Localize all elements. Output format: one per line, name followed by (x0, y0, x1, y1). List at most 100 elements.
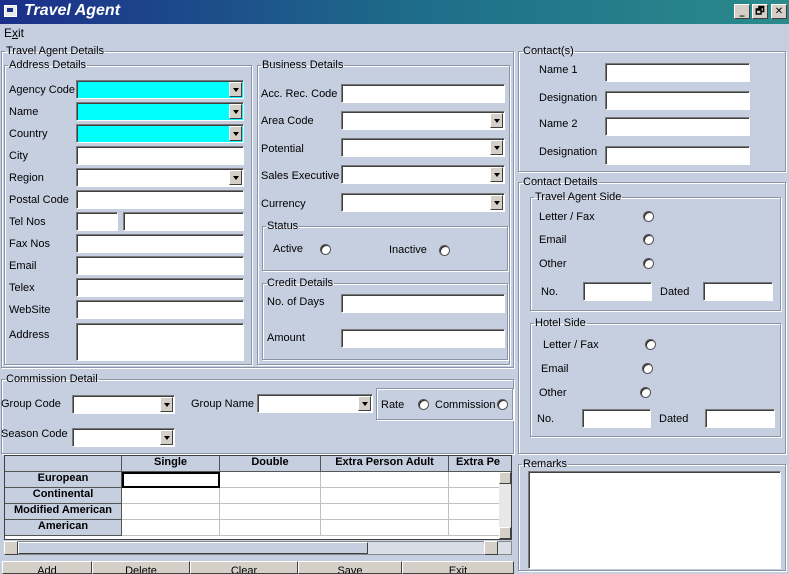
name-combo[interactable] (76, 102, 244, 121)
scroll-thumb[interactable] (18, 542, 368, 554)
maximize-button[interactable]: 🗗 (752, 4, 768, 19)
chevron-down-icon[interactable] (490, 167, 503, 182)
grid-cell[interactable] (449, 472, 501, 488)
currency-combo[interactable] (341, 193, 505, 212)
chevron-down-icon[interactable] (490, 195, 503, 210)
commission-detail-legend: Commission Detail (6, 373, 98, 385)
grid-row-header[interactable]: Modified American (5, 504, 122, 520)
address-label: Address (9, 329, 50, 341)
region-combo[interactable] (76, 168, 244, 187)
grid-cell[interactable] (321, 472, 449, 488)
close-button[interactable]: ✕ (771, 4, 787, 19)
amount-input[interactable] (341, 329, 505, 348)
season-code-combo[interactable] (72, 428, 175, 447)
hs-other-radio[interactable] (640, 387, 651, 398)
chevron-down-icon[interactable] (160, 397, 173, 412)
group-code-combo[interactable] (72, 395, 175, 414)
currency-label: Currency (261, 198, 306, 210)
grid-cell[interactable] (321, 488, 449, 504)
country-combo[interactable] (76, 124, 244, 143)
scroll-right-button[interactable] (484, 541, 498, 555)
tel-code-input[interactable] (76, 212, 118, 231)
name1-input[interactable] (605, 63, 750, 82)
postal-code-input[interactable] (76, 190, 244, 209)
city-input[interactable] (76, 146, 244, 165)
scroll-down-button[interactable] (499, 527, 511, 539)
grid-cell[interactable] (449, 488, 501, 504)
tel-nos-input[interactable] (123, 212, 244, 231)
designation2-input[interactable] (605, 146, 750, 165)
grid-cell[interactable] (220, 504, 321, 520)
no-of-days-input[interactable] (341, 294, 505, 313)
group-name-combo[interactable] (257, 394, 373, 413)
inactive-radio[interactable] (439, 245, 450, 256)
commission-radio[interactable] (497, 399, 508, 410)
grid-column-header[interactable]: Double (220, 456, 321, 472)
grid-cell[interactable] (122, 504, 220, 520)
save-button[interactable]: Save (298, 561, 402, 574)
chevron-down-icon[interactable] (358, 396, 371, 411)
telex-input[interactable] (76, 278, 244, 297)
grid-column-header[interactable]: Single (122, 456, 220, 472)
status-legend: Status (267, 220, 299, 232)
grid-cell[interactable] (122, 520, 220, 536)
hs-no-input[interactable] (582, 409, 651, 428)
area-code-combo[interactable] (341, 111, 505, 130)
acc-rec-code-input[interactable] (341, 84, 505, 103)
chevron-down-icon[interactable] (490, 113, 503, 128)
agency-code-label: Agency Code (9, 84, 76, 96)
hs-email-radio[interactable] (642, 363, 653, 374)
website-input[interactable] (76, 300, 244, 319)
grid-cell[interactable] (449, 520, 501, 536)
hs-dated-input[interactable] (705, 409, 775, 428)
email-input[interactable] (76, 256, 244, 275)
designation1-input[interactable] (605, 91, 750, 110)
ta-other-radio[interactable] (643, 258, 654, 269)
grid-column-header[interactable]: Extra Person Adult (321, 456, 449, 472)
potential-combo[interactable] (341, 138, 505, 157)
designation1-label: Designation (539, 92, 598, 104)
grid-cell[interactable] (321, 520, 449, 536)
sales-executive-combo[interactable] (341, 165, 505, 184)
scroll-up-button[interactable] (499, 472, 511, 484)
chevron-down-icon[interactable] (490, 140, 503, 155)
grid-cell[interactable] (321, 504, 449, 520)
fax-nos-input[interactable] (76, 234, 244, 253)
exit-button[interactable]: Exit (402, 561, 514, 574)
ta-dated-input[interactable] (703, 282, 773, 301)
active-radio[interactable] (320, 244, 331, 255)
ta-no-input[interactable] (583, 282, 652, 301)
chevron-down-icon[interactable] (229, 126, 242, 141)
grid-cell[interactable] (220, 488, 321, 504)
chevron-down-icon[interactable] (229, 104, 242, 119)
grid-cell[interactable] (122, 488, 220, 504)
address-textarea[interactable] (76, 323, 244, 361)
grid-cell[interactable] (449, 504, 501, 520)
ta-letter-fax-radio[interactable] (643, 211, 654, 222)
delete-button[interactable]: Delete (92, 561, 190, 574)
grid-cell[interactable] (220, 472, 321, 488)
ta-email-radio[interactable] (643, 234, 654, 245)
grid-column-header[interactable]: Extra Pe (449, 456, 511, 472)
grid-cell[interactable] (220, 520, 321, 536)
minimize-button[interactable]: _ (734, 4, 750, 19)
scroll-left-button[interactable] (4, 541, 18, 555)
agency-code-combo[interactable] (76, 80, 244, 99)
hs-letter-fax-radio[interactable] (645, 339, 656, 350)
chevron-down-icon[interactable] (160, 430, 173, 445)
app-icon[interactable] (4, 5, 17, 17)
grid-row-header[interactable]: American (5, 520, 122, 536)
grid-row-header[interactable]: Continental (5, 488, 122, 504)
clear-button[interactable]: Clear (190, 561, 298, 574)
grid-row-header[interactable]: European (5, 472, 122, 488)
chevron-down-icon[interactable] (229, 170, 242, 185)
chevron-down-icon[interactable] (229, 82, 242, 97)
remarks-textarea[interactable] (528, 471, 781, 569)
menu-exit[interactable]: Exit (4, 26, 24, 40)
rate-radio[interactable] (418, 399, 429, 410)
grid-cell-selected[interactable] (122, 472, 220, 488)
hs-other-label: Other (539, 387, 567, 399)
name2-input[interactable] (605, 117, 750, 136)
add-button[interactable]: Add (2, 561, 92, 574)
rate-grid[interactable]: Single Double Extra Person Adult Extra P… (4, 455, 512, 540)
